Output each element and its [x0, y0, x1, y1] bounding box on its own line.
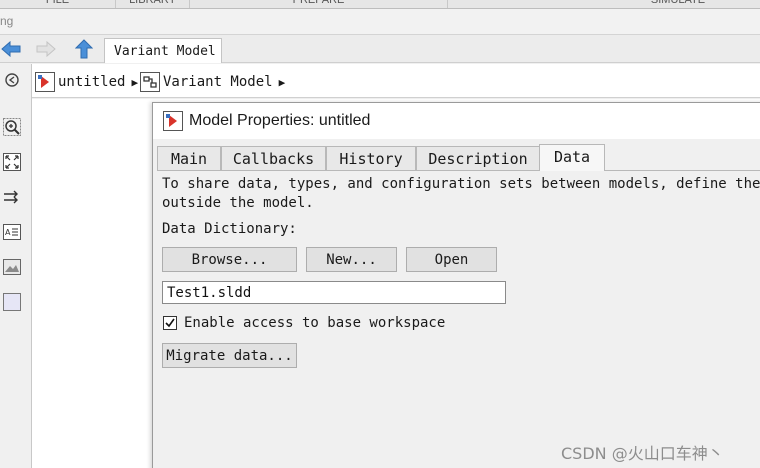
base-workspace-checkbox[interactable] [163, 316, 177, 330]
image-icon [3, 259, 21, 275]
collapse-icon [5, 73, 19, 87]
zoom-button[interactable] [2, 117, 22, 137]
svg-text:A: A [5, 228, 11, 237]
data-tab-description: To share data, types, and configuration … [162, 175, 760, 213]
model-properties-dialog: Model Properties: untitled Main Callback… [152, 102, 760, 468]
fit-view-icon [3, 153, 21, 171]
zoom-in-icon [3, 118, 21, 136]
caret-right-icon: ▶ [131, 75, 139, 89]
watermark: CSDN @火山口车神丶 [561, 444, 724, 463]
ribbon-tab-simulate[interactable]: SIMULATE [448, 0, 760, 8]
checkmark-icon [165, 318, 175, 328]
fit-to-view-button[interactable] [2, 152, 22, 172]
back-arrow-icon [1, 41, 21, 57]
tab-callbacks[interactable]: Callbacks [221, 146, 326, 170]
ribbon-tab-file[interactable]: FILE [0, 0, 116, 8]
data-dictionary-field[interactable] [162, 281, 506, 304]
area-icon [3, 293, 21, 311]
tab-main[interactable]: Main [157, 146, 221, 170]
ribbon-section-label: ng [0, 14, 14, 28]
tab-data[interactable]: Data [539, 144, 605, 171]
back-button[interactable] [0, 39, 22, 59]
up-arrow-icon [75, 39, 93, 59]
tab-description[interactable]: Description [416, 146, 540, 170]
tab-divider [157, 170, 760, 171]
tab-history[interactable]: History [326, 146, 416, 170]
block-diagram-palette: A [0, 64, 32, 468]
description-line: outside the model. [162, 195, 314, 211]
dialog-title: Model Properties: untitled [189, 112, 371, 129]
model-icon [163, 111, 183, 131]
subsystem-icon [140, 72, 160, 92]
new-dictionary-button[interactable]: New... [306, 247, 397, 272]
caret-right-icon: ▶ [278, 75, 286, 89]
breadcrumb-item-variant-model[interactable]: Variant Model ▶ [140, 72, 285, 92]
open-dictionary-button[interactable]: Open [406, 247, 497, 272]
data-dictionary-label: Data Dictionary: [162, 221, 297, 237]
ribbon-tab-library[interactable]: LIBRARY [116, 0, 190, 8]
forward-button[interactable] [35, 39, 57, 59]
area-button[interactable] [2, 292, 22, 312]
model-icon [35, 72, 55, 92]
ribbon-toolstrip: ng [0, 9, 760, 35]
breadcrumb: untitled ▶ Variant Model ▶ [32, 64, 760, 98]
ribbon-tab-prepare[interactable]: PREPARE [190, 0, 448, 8]
arrows-right-icon [4, 190, 18, 204]
navigation-bar: Variant Model [0, 35, 760, 63]
tab-variant-model[interactable]: Variant Model [104, 38, 222, 63]
up-level-button[interactable] [73, 39, 95, 59]
route-lines-button[interactable] [2, 187, 22, 207]
base-workspace-label: Enable access to base workspace [184, 315, 446, 331]
description-line: To share data, types, and configuration … [162, 176, 760, 192]
breadcrumb-label: Variant Model [163, 74, 273, 90]
breadcrumb-item-untitled[interactable]: untitled ▶ [35, 72, 138, 92]
dialog-title-bar[interactable]: Model Properties: untitled [153, 103, 760, 139]
base-workspace-option[interactable]: Enable access to base workspace [163, 315, 445, 331]
annotation-button[interactable]: A [2, 222, 22, 242]
image-button[interactable] [2, 257, 22, 277]
ribbon-tab-strip: FILE LIBRARY PREPARE SIMULATE [0, 0, 760, 9]
forward-arrow-icon [36, 41, 56, 57]
breadcrumb-label: untitled [58, 74, 126, 90]
text-annotation-icon: A [3, 224, 21, 240]
browse-button[interactable]: Browse... [162, 247, 297, 272]
migrate-data-button[interactable]: Migrate data... [162, 343, 297, 368]
hide-explorer-button[interactable] [2, 70, 22, 90]
